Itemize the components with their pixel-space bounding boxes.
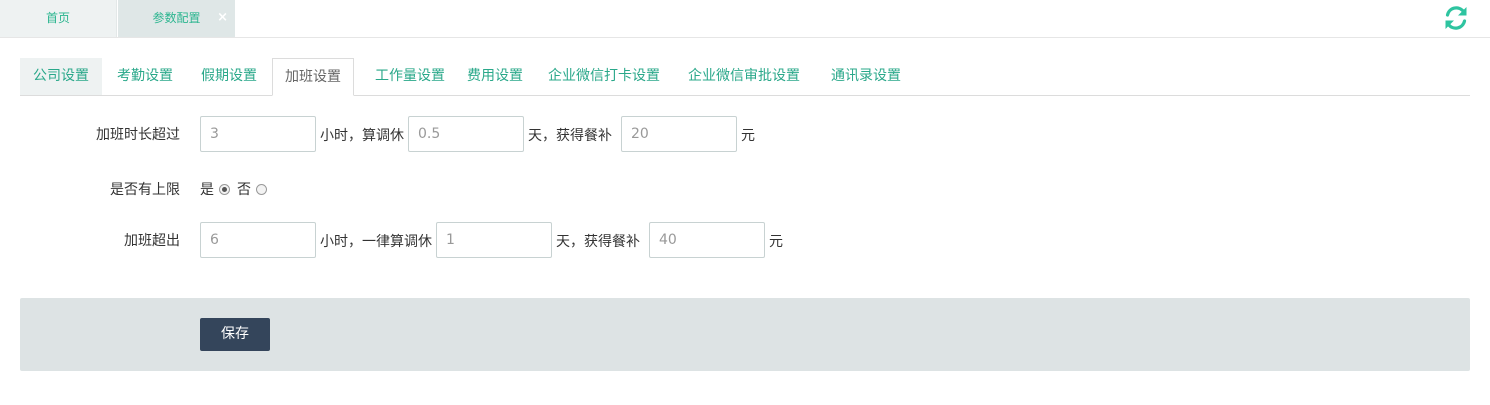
tab-holiday-settings[interactable]: 假期设置 [189,58,269,95]
page-tab-params[interactable]: 参数配置 × [118,0,235,37]
overtime-threshold-label: 加班时长超过 [96,127,180,143]
exceed-hours-input[interactable]: 6 [200,222,316,258]
radio-yes-label: 是 [200,182,214,198]
overtime-exceed-label: 加班超出 [124,233,180,249]
tab-company-settings[interactable]: 公司设置 [20,58,102,95]
exceed-meal-text: 天，获得餐补 [556,234,640,250]
tab-wechat-clockin-settings[interactable]: 企业微信打卡设置 [542,58,666,95]
settings-tab-bar: 公司设置 考勤设置 假期设置 加班设置 工作量设置 费用设置 企业微信打卡设置 … [20,58,1470,96]
tab-workload-settings[interactable]: 工作量设置 [360,58,460,95]
radio-no[interactable] [256,184,267,195]
meal-allowance-input[interactable]: 20 [621,116,737,152]
radio-yes[interactable] [219,184,230,195]
page-tab-bar: 首页 参数配置 × [0,0,1490,38]
exceed-meal-input[interactable]: 40 [649,222,765,258]
cap-limit-label: 是否有上限 [110,182,180,198]
tab-expense-settings[interactable]: 费用设置 [460,58,530,95]
exceed-days-input[interactable]: 1 [436,222,552,258]
tab-wechat-approval-settings[interactable]: 企业微信审批设置 [682,58,806,95]
close-icon[interactable]: × [217,0,228,36]
page-tab-params-label: 参数配置 [152,11,201,25]
save-button[interactable]: 保存 [200,318,270,351]
meal-text: 天，获得餐补 [528,128,612,144]
form-footer: 保存 [20,298,1470,371]
all-comp-leave-text: 小时，一律算调休 [320,234,432,250]
yuan-text: 元 [741,128,755,144]
tab-overtime-settings[interactable]: 加班设置 [272,58,354,96]
comp-days-input[interactable]: 0.5 [408,116,524,152]
comp-leave-text: 小时，算调休 [320,128,404,144]
page-tab-home-label: 首页 [45,11,70,25]
radio-no-label: 否 [237,182,251,198]
page-tab-home[interactable]: 首页 [0,0,117,37]
tab-attendance-settings[interactable]: 考勤设置 [105,58,185,95]
tab-contacts-settings[interactable]: 通讯录设置 [822,58,910,95]
refresh-icon[interactable] [1442,4,1470,32]
exceed-yuan-text: 元 [769,234,783,250]
overtime-hours-input[interactable]: 3 [200,116,316,152]
